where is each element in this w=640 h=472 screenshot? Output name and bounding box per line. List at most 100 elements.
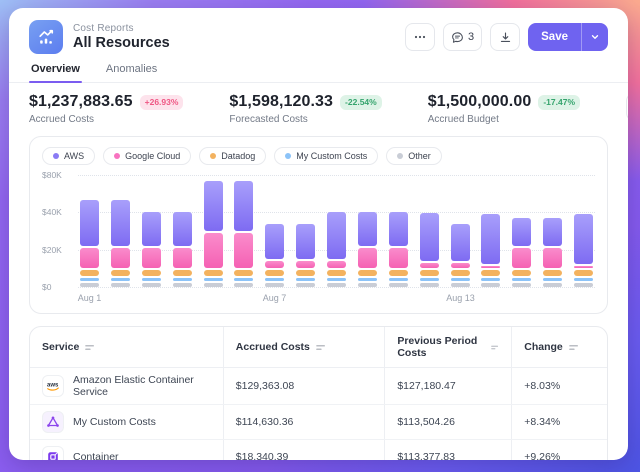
tab-bar: Overview Anomalies bbox=[9, 63, 628, 83]
stacked-bar-day-3[interactable] bbox=[142, 212, 161, 287]
stacked-bar-day-11[interactable] bbox=[389, 212, 408, 287]
bar-segment-google bbox=[296, 261, 315, 268]
stacked-bar-day-17[interactable] bbox=[574, 214, 593, 287]
legend-dot bbox=[114, 153, 120, 159]
stat-change-badge: -22.54% bbox=[340, 95, 382, 110]
bar-segment-google bbox=[327, 261, 346, 268]
table-row[interactable]: My Custom Costs $114,630.36 $113,504.26 … bbox=[30, 405, 607, 440]
table-row[interactable]: Container $18,340.39 $113,377.83 +9.26% bbox=[30, 440, 607, 461]
service-name: Container bbox=[73, 451, 119, 460]
stacked-bar-day-5[interactable] bbox=[204, 181, 223, 287]
sort-icon bbox=[569, 343, 579, 352]
bar-segment-custom bbox=[265, 278, 284, 282]
column-header-change[interactable]: Change bbox=[524, 341, 595, 353]
comments-button[interactable]: 3 bbox=[443, 23, 482, 51]
stacked-bar-day-1[interactable] bbox=[80, 200, 99, 287]
bar-segment-custom bbox=[389, 278, 408, 282]
container-icon bbox=[42, 446, 64, 460]
bar-segment-datadog bbox=[389, 270, 408, 275]
legend-pill-aws[interactable]: AWS bbox=[42, 147, 95, 165]
stacked-bar-day-7[interactable] bbox=[265, 224, 284, 287]
legend-dot bbox=[397, 153, 403, 159]
bar-segment-custom bbox=[80, 278, 99, 282]
bar-segment-aws bbox=[543, 218, 562, 246]
stacked-bar-day-12[interactable] bbox=[420, 213, 439, 287]
legend-pill-google[interactable]: Google Cloud bbox=[103, 147, 191, 165]
accrued-cost-cell: $18,340.39 bbox=[223, 440, 385, 461]
bar-segment-google bbox=[451, 263, 470, 268]
services-table: Service Accrued Costs Previous Period Co… bbox=[30, 327, 607, 460]
save-dropdown-button[interactable] bbox=[581, 23, 608, 51]
save-button[interactable]: Save bbox=[528, 23, 581, 51]
stacked-bar-day-16[interactable] bbox=[543, 218, 562, 287]
stacked-bar-day-4[interactable] bbox=[173, 212, 192, 287]
stat-value: $1,598,120.33 bbox=[229, 93, 333, 111]
change-cell: +9.26% bbox=[512, 440, 607, 461]
filter-button[interactable]: Filter bbox=[626, 93, 628, 121]
more-actions-button[interactable] bbox=[405, 23, 435, 51]
bar-segment-other bbox=[234, 283, 253, 287]
stacked-bar-day-14[interactable] bbox=[481, 214, 500, 287]
stacked-bar-day-9[interactable] bbox=[327, 212, 346, 287]
bar-segment-other bbox=[111, 283, 130, 287]
stats-row: $1,237,883.65 +26.93% Accrued Costs $1,5… bbox=[29, 93, 608, 125]
stacked-bar-day-2[interactable] bbox=[111, 200, 130, 287]
tab-overview[interactable]: Overview bbox=[29, 63, 82, 82]
stacked-bar-chart bbox=[78, 175, 595, 287]
bar-segment-datadog bbox=[111, 270, 130, 275]
stacked-bar-day-6[interactable] bbox=[234, 181, 253, 287]
bar-segment-google bbox=[80, 248, 99, 268]
legend-pill-other[interactable]: Other bbox=[386, 147, 442, 165]
legend-label: AWS bbox=[64, 151, 84, 161]
stat-value: $1,237,883.65 bbox=[29, 93, 133, 111]
bar-segment-custom bbox=[512, 278, 531, 282]
stacked-bar-day-8[interactable] bbox=[296, 224, 315, 287]
legend-dot bbox=[53, 153, 59, 159]
bar-segment-google bbox=[389, 248, 408, 268]
stacked-bar-day-13[interactable] bbox=[451, 224, 470, 287]
bar-segment-other bbox=[543, 283, 562, 287]
legend-label: Datadog bbox=[221, 151, 255, 161]
legend-pill-custom[interactable]: My Custom Costs bbox=[274, 147, 378, 165]
stat-label: Accrued Budget bbox=[428, 114, 580, 125]
y-tick: $40K bbox=[42, 207, 62, 217]
download-button[interactable] bbox=[490, 23, 520, 51]
chevron-down-icon bbox=[590, 32, 600, 42]
y-tick: $20K bbox=[42, 245, 62, 255]
bar-segment-google bbox=[173, 248, 192, 268]
bar-segment-other bbox=[420, 283, 439, 287]
bar-segment-datadog bbox=[543, 270, 562, 275]
bar-segment-custom bbox=[111, 278, 130, 282]
table-row[interactable]: aws Amazon Elastic Container Service $12… bbox=[30, 368, 607, 405]
bar-segment-google bbox=[574, 266, 593, 268]
comments-count: 3 bbox=[468, 31, 474, 43]
header: Cost Reports All Resources 3 bbox=[9, 8, 628, 54]
stat-label: Accrued Costs bbox=[29, 114, 183, 125]
bar-segment-aws bbox=[265, 224, 284, 259]
legend-pill-datadog[interactable]: Datadog bbox=[199, 147, 266, 165]
legend-label: My Custom Costs bbox=[296, 151, 367, 161]
legend-dot bbox=[285, 153, 291, 159]
bar-segment-datadog bbox=[358, 270, 377, 275]
stacked-bar-day-15[interactable] bbox=[512, 218, 531, 287]
tab-anomalies[interactable]: Anomalies bbox=[104, 63, 159, 82]
column-header-accrued-costs[interactable]: Accrued Costs bbox=[236, 341, 373, 353]
bar-segment-aws bbox=[173, 212, 192, 246]
stat-accrued-budget: $1,500,000.00 -17.47% Accrued Budget bbox=[428, 93, 580, 125]
bar-segment-datadog bbox=[204, 270, 223, 275]
column-header-service[interactable]: Service bbox=[42, 341, 211, 353]
bar-segment-aws bbox=[80, 200, 99, 246]
bar-segment-aws bbox=[234, 181, 253, 231]
bar-segment-datadog bbox=[265, 270, 284, 275]
bar-segment-google bbox=[481, 266, 500, 268]
stacked-bar-day-10[interactable] bbox=[358, 212, 377, 287]
bar-segment-datadog bbox=[296, 270, 315, 275]
bar-segment-custom bbox=[204, 278, 223, 282]
bar-segment-custom bbox=[451, 278, 470, 282]
bar-segment-aws bbox=[481, 214, 500, 264]
bar-segment-other bbox=[142, 283, 161, 287]
bar-segment-aws bbox=[111, 200, 130, 246]
column-header-previous-period[interactable]: Previous Period Costs bbox=[397, 335, 499, 359]
bar-segment-datadog bbox=[451, 270, 470, 275]
stat-forecasted-costs: $1,598,120.33 -22.54% Forecasted Costs bbox=[229, 93, 381, 125]
